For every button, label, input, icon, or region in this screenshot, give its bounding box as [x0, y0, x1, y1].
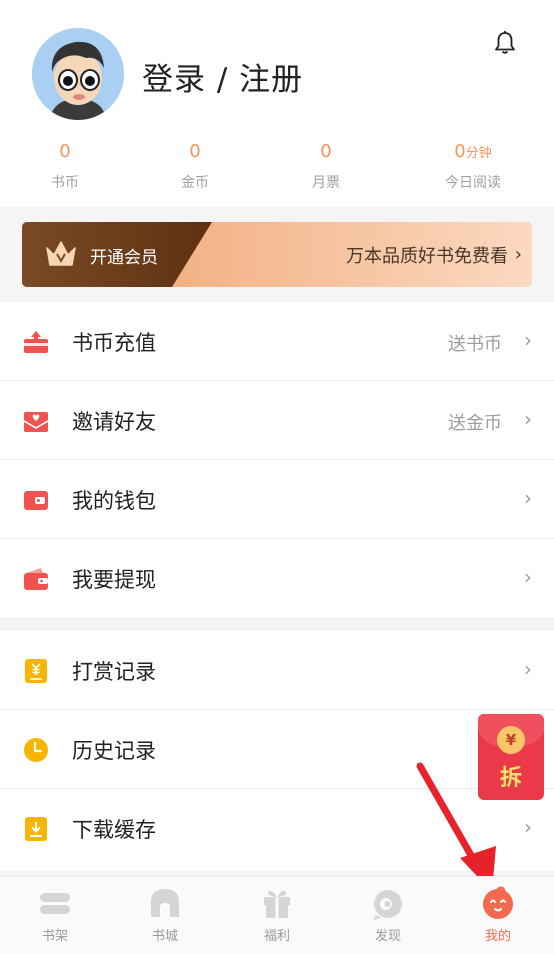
- bell-icon[interactable]: [492, 30, 518, 56]
- clock-icon: [24, 738, 48, 762]
- tab-bookshelf[interactable]: 书架: [15, 885, 95, 944]
- crown-icon: [46, 241, 76, 266]
- stat-reading-today[interactable]: 0分钟 今日阅读: [423, 140, 523, 192]
- bookstore-icon: [151, 889, 179, 917]
- stats-row: 0 书币 0 金币 0 月票 0分钟 今日阅读: [0, 140, 554, 196]
- stat-value: 0: [59, 141, 71, 162]
- withdraw-wallet-icon: [24, 568, 48, 590]
- menu-row-label: 我的钱包: [72, 489, 156, 513]
- avatar-cartoon-icon: [32, 28, 124, 120]
- invite-letter-icon: [23, 412, 49, 432]
- vip-promo-text: 万本品质好书免费看: [346, 246, 508, 267]
- vip-open-label: 开通会员: [90, 248, 158, 268]
- chevron-right-icon: ›: [524, 407, 532, 431]
- menu-row-reward-record[interactable]: 打赏记录 ›: [0, 631, 554, 710]
- profile-header: 登录 / 注册 0 书币 0 金币 0 月票 0分钟 今日阅读: [0, 0, 554, 207]
- menu-row-recharge[interactable]: 书币充值 送书币 ›: [0, 302, 554, 381]
- tab-mine[interactable]: 我的: [458, 885, 538, 944]
- menu-row-hint: 送书币: [448, 334, 502, 355]
- menu-row-withdraw[interactable]: 我要提现 ›: [0, 539, 554, 618]
- stat-label: 金币: [181, 175, 209, 191]
- reward-record-icon: [25, 659, 47, 683]
- bookshelf-icon: [40, 893, 70, 914]
- tab-label: 发现: [374, 929, 401, 944]
- tab-label: 我的: [484, 929, 511, 944]
- tab-bookstore[interactable]: 书城: [125, 885, 205, 944]
- menu-group-finance: 书币充值 送书币 › 邀请好友 送金币 › 我的钱包 › 我要提现 ›: [0, 302, 554, 617]
- login-register-link[interactable]: 登录 / 注册: [142, 54, 303, 99]
- chevron-right-icon: ›: [524, 815, 532, 839]
- stat-label: 月票: [312, 175, 340, 191]
- download-icon: [25, 817, 47, 841]
- chevron-right-icon: ›: [524, 328, 532, 352]
- stat-gold-coins[interactable]: 0 金币: [145, 140, 245, 192]
- profile-face-icon: [483, 886, 513, 919]
- tab-label: 书城: [151, 929, 178, 944]
- gift-icon: [264, 890, 290, 918]
- tab-discover[interactable]: 发现: [348, 885, 428, 944]
- menu-row-label: 下载缓存: [72, 818, 156, 842]
- stat-monthly-tickets[interactable]: 0 月票: [276, 140, 376, 192]
- stat-value: 0: [454, 141, 466, 162]
- chevron-right-icon: ›: [524, 565, 532, 589]
- chevron-right-icon: ›: [524, 486, 532, 510]
- vip-banner-area: 开通会员 万本品质好书免费看 ›: [0, 207, 554, 302]
- menu-row-wallet[interactable]: 我的钱包 ›: [0, 460, 554, 539]
- menu-row-label: 历史记录: [72, 739, 156, 763]
- wallet-icon: [24, 491, 48, 510]
- stat-label: 今日阅读: [445, 175, 501, 191]
- menu-row-invite[interactable]: 邀请好友 送金币 ›: [0, 381, 554, 460]
- menu-row-label: 书币充值: [72, 331, 156, 355]
- chevron-right-icon: ›: [514, 244, 522, 265]
- menu-row-label: 邀请好友: [72, 410, 156, 434]
- stat-book-coins[interactable]: 0 书币: [15, 140, 115, 192]
- tab-label: 福利: [263, 929, 290, 944]
- stat-label: 书币: [51, 175, 79, 191]
- coin-recharge-icon: [24, 331, 48, 353]
- menu-row-label: 打赏记录: [72, 660, 156, 684]
- menu-row-hint: 送金币: [448, 413, 502, 434]
- chevron-right-icon: ›: [524, 657, 532, 681]
- stat-unit: 分钟: [465, 146, 492, 161]
- stat-value: 0: [320, 141, 332, 162]
- stat-value: 0: [189, 141, 201, 162]
- yuan-coin-icon: ¥: [497, 726, 525, 754]
- tab-welfare[interactable]: 福利: [237, 885, 317, 944]
- avatar[interactable]: [32, 28, 124, 120]
- vip-banner[interactable]: 开通会员 万本品质好书免费看 ›: [22, 222, 532, 287]
- menu-row-label: 我要提现: [72, 568, 156, 592]
- tab-label: 书架: [41, 929, 68, 944]
- bottom-tab-bar: 书架 书城 福利 发现 我的: [0, 876, 554, 954]
- discover-icon: [373, 890, 402, 920]
